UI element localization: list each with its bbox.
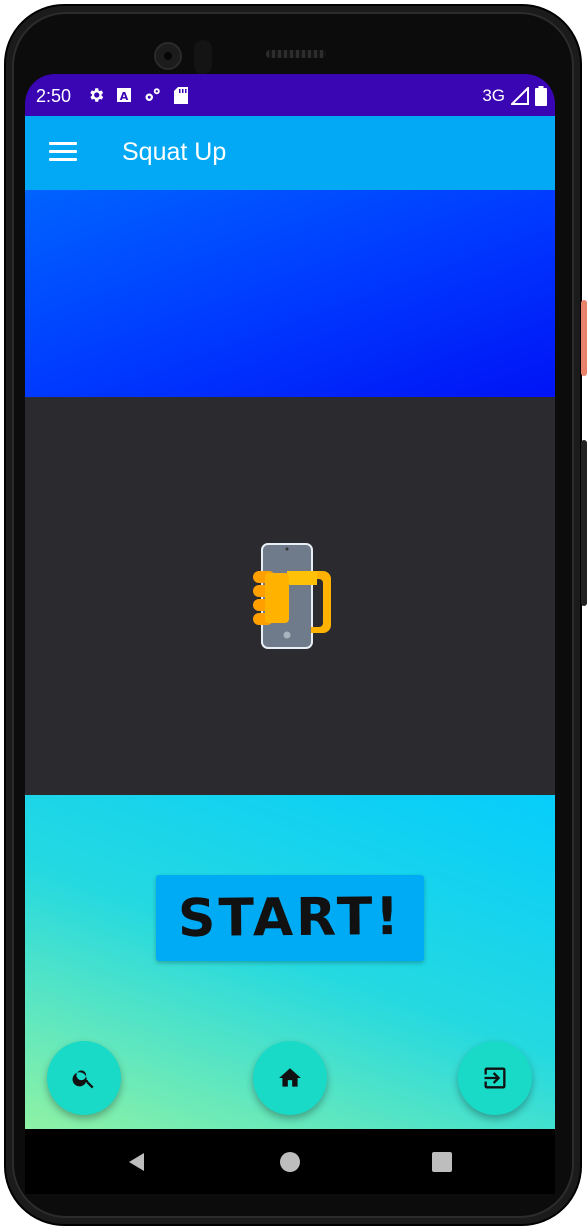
status-icons-right: 3G xyxy=(482,86,547,106)
proximity-sensor xyxy=(194,40,212,74)
sync-icon xyxy=(145,88,160,101)
banner xyxy=(25,190,555,397)
front-camera xyxy=(154,42,182,70)
battery-icon xyxy=(535,86,547,106)
volume-button xyxy=(581,440,587,606)
home-fab[interactable] xyxy=(253,1041,327,1115)
system-nav-bar xyxy=(25,1129,555,1194)
power-button xyxy=(581,300,587,376)
search-icon xyxy=(72,1070,94,1089)
home-icon xyxy=(279,1068,301,1087)
back-icon[interactable] xyxy=(126,1151,148,1173)
phone-rotate-hand-icon xyxy=(253,543,331,649)
start-button[interactable]: START! xyxy=(156,875,424,961)
earpiece-speaker xyxy=(266,50,326,58)
recents-icon[interactable] xyxy=(431,1151,453,1173)
status-time: 2:50 xyxy=(36,86,72,106)
start-button-label: START! xyxy=(177,887,403,949)
search-fab[interactable] xyxy=(47,1041,121,1115)
status-icons-left: A xyxy=(87,86,188,104)
sd-card-icon xyxy=(174,86,188,104)
network-type: 3G xyxy=(482,86,505,105)
home-circle-icon[interactable] xyxy=(279,1151,301,1173)
bottom-panel: START! xyxy=(25,795,555,1129)
exit-fab[interactable] xyxy=(458,1041,532,1115)
camera-preview xyxy=(25,397,555,795)
a-notification-icon: A xyxy=(117,88,131,103)
settings-icon xyxy=(90,88,104,102)
app-title: Squat Up xyxy=(122,138,227,166)
screen: 2:50 A 3G Squat Up START! xyxy=(25,74,555,1194)
hamburger-menu-icon[interactable] xyxy=(49,142,77,164)
status-bar: 2:50 A 3G xyxy=(25,74,555,116)
exit-icon xyxy=(484,1067,506,1089)
svg-text:A: A xyxy=(120,90,129,103)
signal-icon xyxy=(511,87,529,105)
app-bar: Squat Up xyxy=(25,116,555,190)
